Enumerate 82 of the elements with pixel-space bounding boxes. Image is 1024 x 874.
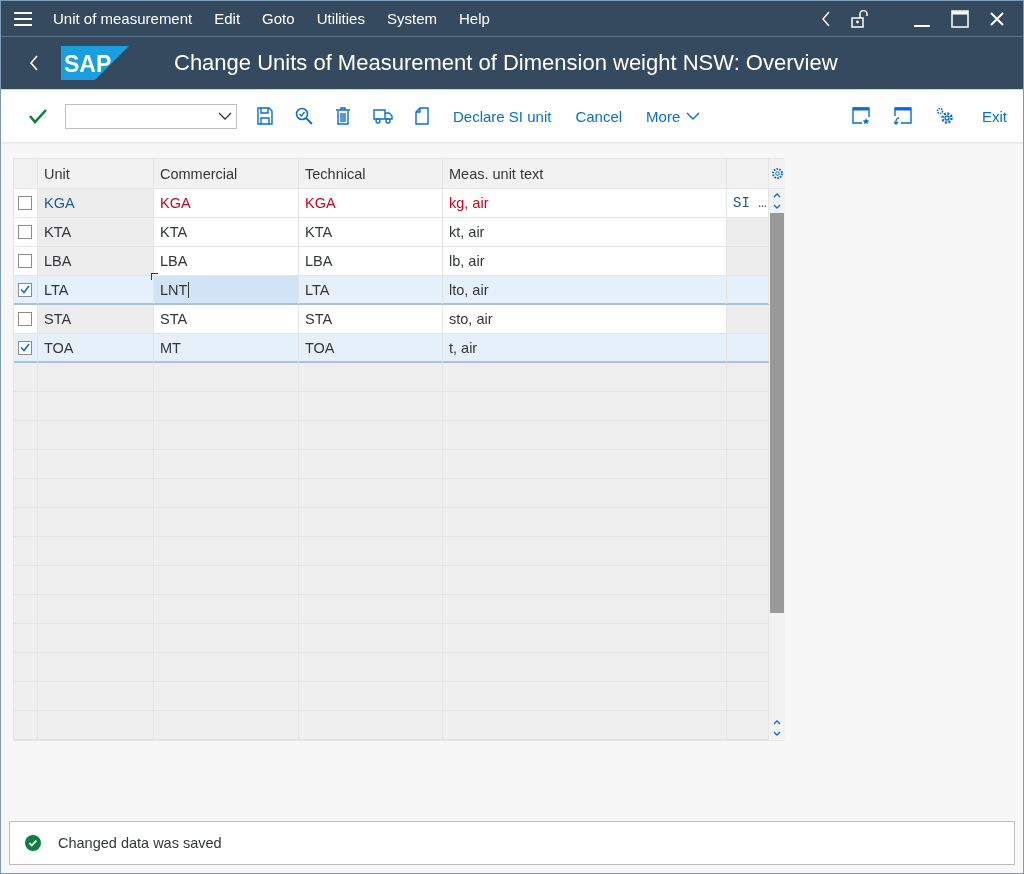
- window-arrow-icon[interactable]: [894, 107, 912, 125]
- padlock-icon[interactable]: [851, 9, 869, 28]
- input-field[interactable]: LBA: [299, 247, 443, 276]
- column-header[interactable]: Commercial: [154, 159, 299, 189]
- table-cell: [727, 218, 769, 247]
- scrollbar[interactable]: [769, 189, 785, 740]
- enter-check-icon[interactable]: [29, 108, 47, 124]
- menu-item[interactable]: Unit of measurement: [53, 8, 193, 29]
- toolbar-button[interactable]: Cancel: [575, 103, 623, 129]
- table-cell: KTA: [38, 218, 154, 247]
- table-cell: [727, 247, 769, 276]
- command-field[interactable]: [65, 103, 237, 129]
- row-checkbox[interactable]: [18, 282, 32, 297]
- input-field[interactable]: LBA: [154, 247, 299, 276]
- input-field[interactable]: KGA: [299, 189, 443, 218]
- input-field[interactable]: t, air: [443, 334, 727, 363]
- row-checkbox[interactable]: [18, 225, 32, 239]
- table-cell: [727, 450, 769, 479]
- row-checkbox[interactable]: [18, 340, 32, 355]
- table-cell: SI …: [727, 189, 769, 218]
- input-field[interactable]: sto, air: [443, 305, 727, 334]
- input-field[interactable]: MT: [154, 334, 299, 363]
- dropdown-icon: [218, 112, 232, 120]
- window-star-icon[interactable]: [852, 107, 870, 125]
- input-field[interactable]: STA: [299, 305, 443, 334]
- table-cell: TOA: [38, 334, 154, 363]
- exit-button[interactable]: Exit: [982, 103, 1007, 129]
- table-cell: [727, 479, 769, 508]
- status-message: Changed data was saved: [58, 835, 222, 851]
- table-cell: [727, 421, 769, 450]
- settings-icon[interactable]: [770, 167, 784, 180]
- document-icon[interactable]: [415, 107, 429, 125]
- input-field[interactable]: lto, air: [443, 276, 727, 305]
- caret-icon: [686, 112, 701, 120]
- delete-icon[interactable]: [335, 107, 351, 125]
- input-field[interactable]: KTA: [299, 218, 443, 247]
- search-icon[interactable]: [295, 107, 313, 125]
- menu-item[interactable]: Help: [459, 8, 490, 29]
- truck-icon[interactable]: [373, 108, 393, 124]
- input-field[interactable]: kg, air: [443, 189, 727, 218]
- input-field[interactable]: TOA: [299, 334, 443, 363]
- menu-item[interactable]: Utilities: [316, 8, 365, 29]
- toolbar-button[interactable]: More: [646, 103, 701, 129]
- input-field[interactable]: KTA: [154, 218, 299, 247]
- save-icon[interactable]: [257, 107, 273, 125]
- back-icon[interactable]: [29, 55, 39, 71]
- column-header[interactable]: Unit: [38, 159, 154, 189]
- input-field[interactable]: LNT: [154, 276, 299, 305]
- table-cell: [727, 566, 769, 595]
- column-header[interactable]: Technical: [299, 159, 443, 189]
- table-cell: [727, 276, 769, 305]
- input-field[interactable]: STA: [154, 305, 299, 334]
- input-field[interactable]: KGA: [154, 189, 299, 218]
- toolbar-button[interactable]: Declare SI unit: [453, 103, 552, 129]
- row-checkbox[interactable]: [18, 196, 32, 210]
- menu-item[interactable]: Goto: [262, 8, 295, 29]
- menu-item[interactable]: Edit: [214, 8, 241, 29]
- input-field[interactable]: kt, air: [443, 218, 727, 247]
- sap-logo: SAP: [61, 46, 129, 80]
- menu-icon[interactable]: [13, 10, 33, 27]
- table-cell: LBA: [38, 247, 154, 276]
- input-field[interactable]: LTA: [299, 276, 443, 305]
- table-cell: [727, 334, 769, 363]
- window-title: Change Units of Measurement of Dimension weight NSW: Overview: [174, 50, 838, 76]
- table-cell: [727, 537, 769, 566]
- menu-item[interactable]: System: [386, 8, 437, 29]
- table-cell: KGA: [38, 189, 154, 218]
- column-header[interactable]: Meas. unit text: [443, 159, 727, 189]
- settings-icon[interactable]: [936, 107, 954, 125]
- table-cell: [727, 595, 769, 624]
- row-checkbox[interactable]: [18, 312, 32, 326]
- table-cell: [727, 392, 769, 421]
- input-field[interactable]: lb, air: [443, 247, 727, 276]
- table-cell: [727, 305, 769, 334]
- table-cell: STA: [38, 305, 154, 334]
- table-cell: [727, 363, 769, 392]
- table-cell: [727, 508, 769, 537]
- close-icon[interactable]: [989, 10, 1005, 27]
- maximize-icon[interactable]: [951, 9, 969, 28]
- table-cell: LTA: [38, 276, 154, 305]
- row-checkbox[interactable]: [18, 254, 32, 268]
- chevron-left-icon[interactable]: [821, 10, 831, 27]
